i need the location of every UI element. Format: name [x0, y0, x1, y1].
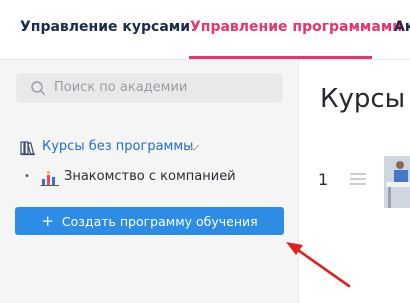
create-program-label: Создать программу обучения — [61, 213, 258, 229]
tab-course-management[interactable]: Управление курсами — [20, 19, 190, 35]
create-program-button[interactable]: + Создать программу обучения — [15, 207, 284, 235]
thumbnail-image — [384, 156, 410, 208]
search-placeholder: Поиск по академии — [54, 80, 188, 95]
chevron-down-icon[interactable] — [188, 143, 200, 153]
tab-program-management[interactable]: Управление программами — [190, 19, 402, 35]
folder-label: Курсы без программы — [42, 139, 194, 154]
chart-icon — [40, 170, 59, 186]
bullet-icon: • — [24, 171, 30, 182]
search-input[interactable]: Поиск по академии — [16, 73, 283, 103]
plus-icon: + — [41, 211, 54, 230]
top-navigation: Управление курсами Управление программам… — [0, 0, 410, 60]
course-label: Знакомство с компанией — [64, 169, 236, 184]
search-icon — [31, 81, 46, 96]
tab-academy[interactable]: Ак — [394, 19, 410, 35]
row-number: 1 — [318, 170, 329, 189]
active-tab-indicator — [189, 56, 372, 59]
page-title: Курсы — [320, 84, 406, 114]
books-icon — [20, 141, 35, 156]
course-thumbnail — [384, 156, 410, 208]
sidebar: Поиск по академии Курсы без программы • … — [0, 60, 299, 303]
drag-handle-icon[interactable] — [348, 172, 368, 186]
